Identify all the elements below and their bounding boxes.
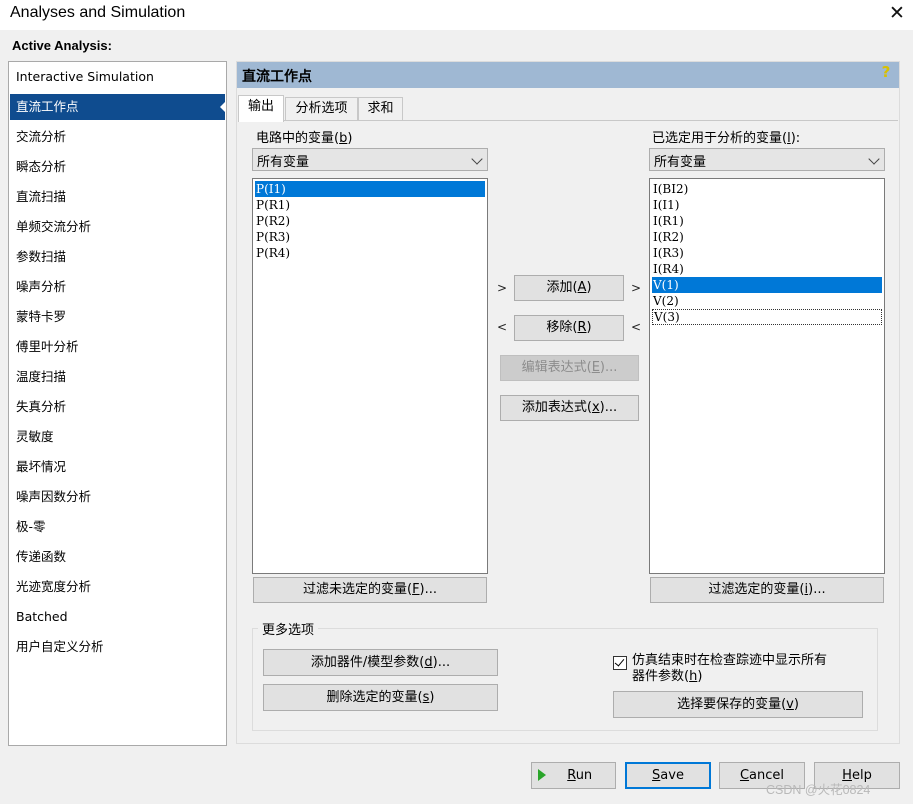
analysis-item[interactable]: 单频交流分析 [10,214,225,240]
analysis-item[interactable]: 参数扫描 [10,244,225,270]
add-right-arrow: > [631,281,642,295]
analysis-list[interactable]: Interactive Simulation 直流工作点交流分析瞬态分析直流扫描单… [8,61,227,746]
edit-expression-button[interactable]: 编辑表达式(E)... [500,355,639,381]
tab-summary[interactable]: 求和 [358,97,403,121]
analysis-item[interactable]: 噪声分析 [10,274,225,300]
variable-item[interactable]: P(R1) [255,197,485,213]
circuit-variables-listbox[interactable]: P(I1) P(R1) P(R2) P(R3) P(R4) [252,178,488,574]
analysis-item[interactable]: 傅里叶分析 [10,334,225,360]
variable-item[interactable]: P(R3) [255,229,485,245]
variable-item[interactable]: V(1) [652,277,882,293]
analysis-item[interactable]: 瞬态分析 [10,154,225,180]
chevron-down-icon [471,153,483,165]
run-icon [538,769,546,781]
checkbox-label-line2: 器件参数(h) [632,669,703,684]
selection-arrow-icon [220,102,225,112]
analysis-item[interactable]: 噪声因数分析 [10,484,225,510]
circuit-variables-label: 电路中的变量(b) [256,131,353,146]
panel-header [237,62,899,88]
selected-variables-listbox[interactable]: I(BI2) I(I1) I(R1) I(R2) I(R3) I(R4) V(1) V(2) V… [649,178,885,574]
analysis-item[interactable]: 失真分析 [10,394,225,420]
variable-item[interactable]: P(R4) [255,245,485,261]
analysis-item[interactable]: 灵敏度 [10,424,225,450]
add-button[interactable]: 添加(A) [514,275,624,301]
analysis-item[interactable]: 直流工作点 [10,94,225,120]
analysis-item[interactable]: Batched [10,604,225,630]
circuit-variables-filter-dropdown[interactable]: 所有变量 [252,148,488,171]
save-button[interactable]: Save [625,762,711,789]
add-device-param-button[interactable]: 添加器件/模型参数(d)... [263,649,498,676]
select-variables-to-save-button[interactable]: 选择要保存的变量(v) [613,691,863,718]
active-analysis-label: Active Analysis: [12,38,112,53]
variable-item[interactable]: I(R1) [652,213,882,229]
selected-variables-label: 已选定用于分析的变量(l): [652,131,801,146]
analysis-item[interactable]: 用户自定义分析 [10,634,225,660]
variable-item[interactable]: I(R4) [652,261,882,277]
selected-variables-filter-dropdown[interactable]: 所有变量 [649,148,885,171]
add-left-arrow: > [497,281,508,295]
variable-item[interactable]: P(I1) [255,181,485,197]
tab-divider [238,120,898,121]
variable-item[interactable]: I(R2) [652,229,882,245]
variable-item[interactable]: V(3) [652,309,882,325]
close-icon[interactable]: ✕ [886,2,908,24]
variable-item[interactable]: V(2) [652,293,882,309]
analysis-item[interactable]: 交流分析 [10,124,225,150]
variable-item[interactable]: I(R3) [652,245,882,261]
analysis-item[interactable]: 温度扫描 [10,364,225,390]
more-options-label: 更多选项 [258,619,319,638]
add-expression-button[interactable]: 添加表达式(x)... [500,395,639,421]
analysis-item[interactable]: 直流扫描 [10,184,225,210]
remove-button[interactable]: 移除(R) [514,315,624,341]
variable-item[interactable]: I(I1) [652,197,882,213]
analysis-item[interactable]: 传递函数 [10,544,225,570]
filter-selected-button[interactable]: 过滤选定的变量(i)... [650,577,884,603]
panel-title: 直流工作点 [242,69,312,85]
window-title: Analyses and Simulation [10,4,186,21]
analysis-item[interactable]: 最坏情况 [10,454,225,480]
analysis-item[interactable]: 蒙特卡罗 [10,304,225,330]
tab-output[interactable]: 输出 [238,95,284,122]
help-icon[interactable]: ? [878,63,894,81]
analysis-item[interactable]: Interactive Simulation [10,64,225,90]
delete-selected-variables-button[interactable]: 删除选定的变量(s) [263,684,498,711]
tab-analysis-options[interactable]: 分析选项 [285,97,358,121]
filter-unselected-button[interactable]: 过滤未选定的变量(F)... [253,577,487,603]
analysis-item[interactable]: 极-零 [10,514,225,540]
variable-item[interactable]: I(BI2) [652,181,882,197]
remove-left-arrow: < [497,320,508,334]
watermark: CSDN @火花0824 [766,783,871,797]
variable-item[interactable]: P(R2) [255,213,485,229]
analysis-item[interactable]: 光迹宽度分析 [10,574,225,600]
chevron-down-icon [868,153,880,165]
remove-right-arrow: < [631,320,642,334]
